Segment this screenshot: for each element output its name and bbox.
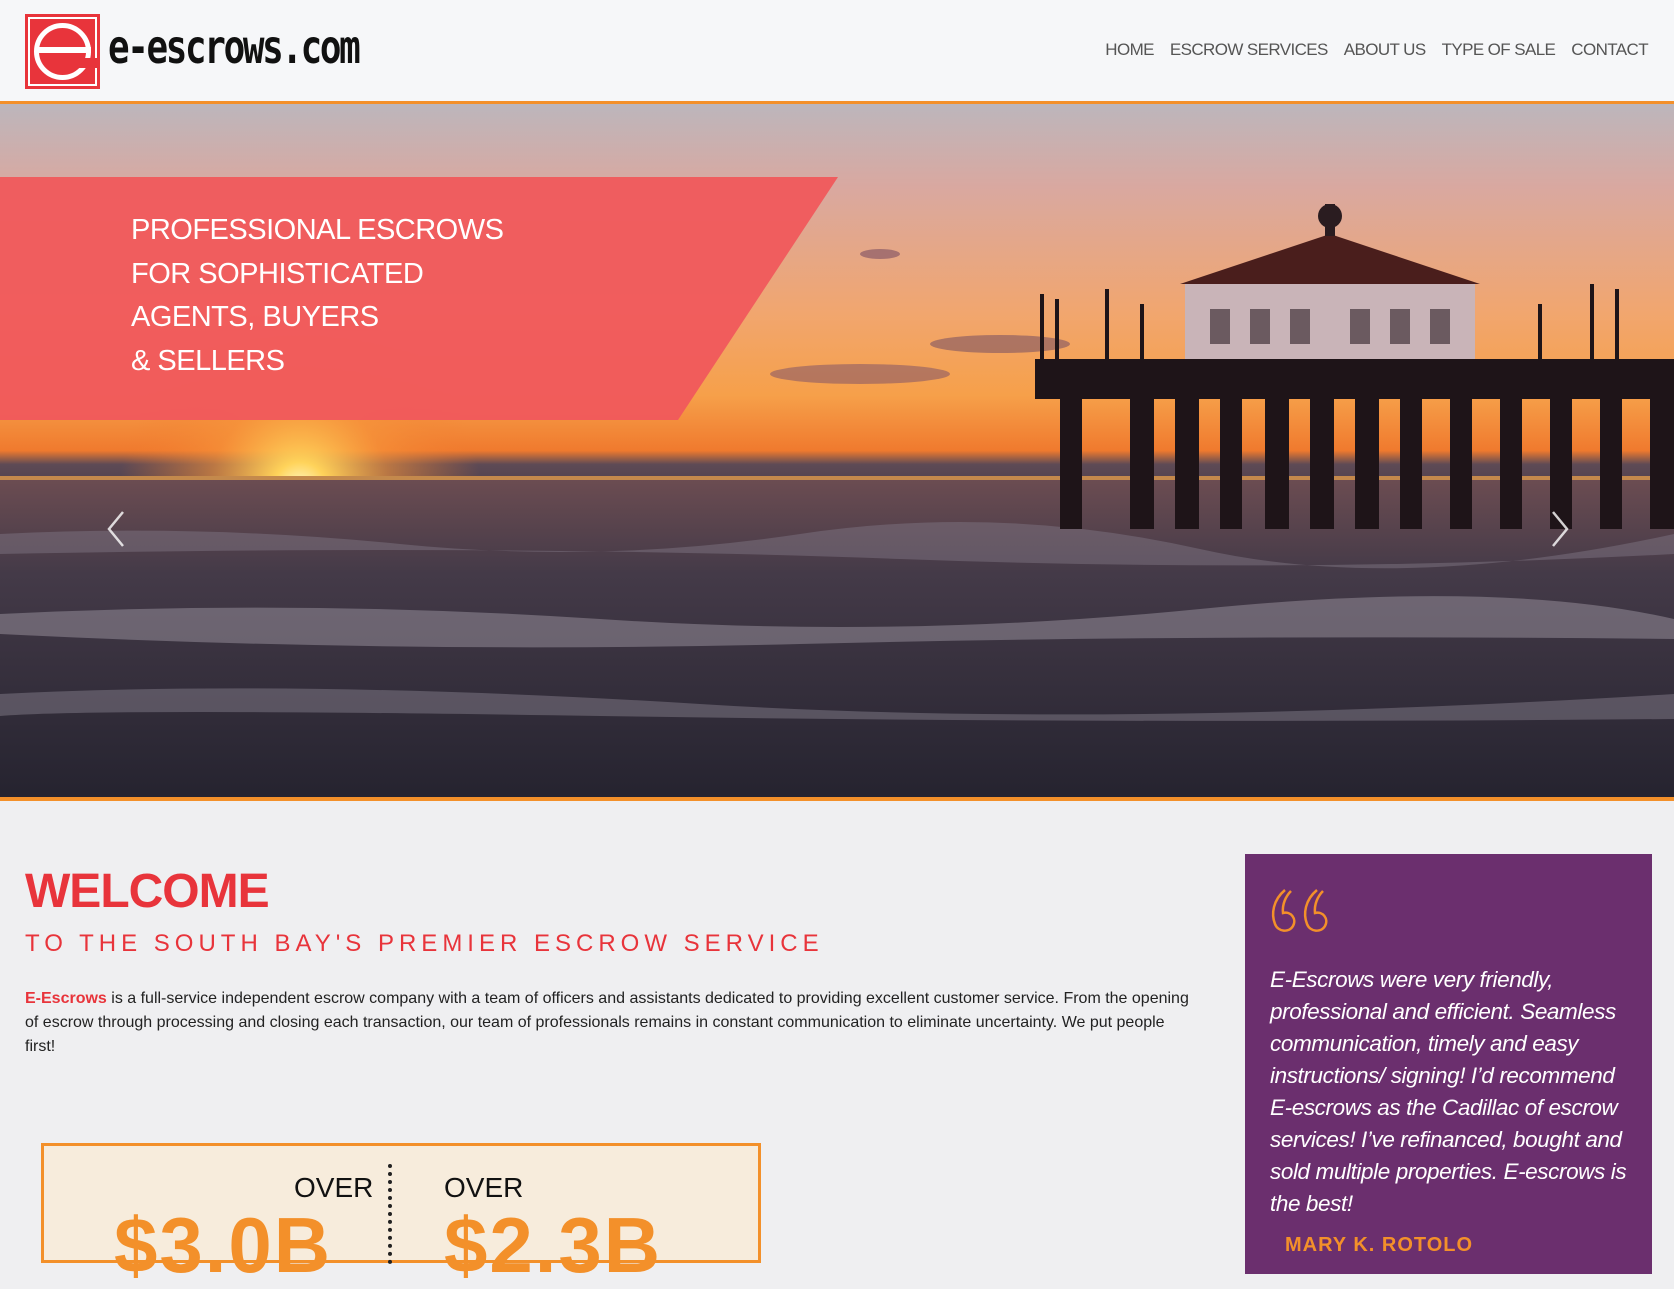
stat-over-label: OVER [444, 1172, 524, 1203]
hero-slider: PROFESSIONAL ESCROWS FOR SOPHISTICATED A… [0, 104, 1674, 801]
brand-name: E-Escrows [25, 990, 107, 1007]
nav-home[interactable]: HOME [1097, 40, 1162, 60]
chevron-right-icon[interactable] [1545, 504, 1575, 554]
stat-value: $2.3B [444, 1201, 663, 1289]
nav-type-of-sale[interactable]: TYPE OF SALE [1434, 40, 1564, 60]
stat-divider [388, 1164, 392, 1264]
welcome-body: E-Escrows is a full-service independent … [25, 987, 1195, 1059]
site-header: e-escrows.com HOME ESCROW SERVICES ABOUT… [0, 0, 1674, 104]
nav-escrow-services[interactable]: ESCROW SERVICES [1162, 40, 1336, 60]
quote-icon [1269, 886, 1337, 940]
logo-icon[interactable] [25, 14, 100, 89]
welcome-subtitle: TO THE SOUTH BAY'S PREMIER ESCROW SERVIC… [25, 930, 824, 957]
hero-banner-line: PROFESSIONAL ESCROWS [131, 214, 504, 246]
nav-contact[interactable]: CONTACT [1563, 40, 1656, 60]
welcome-title: WELCOME [25, 865, 270, 918]
welcome-body-text: is a full-service independent escrow com… [25, 990, 1189, 1055]
testimonial-author: MARY K. ROTOLO [1285, 1234, 1474, 1256]
stats-panel: OVER $3.0B OVER $2.3B [41, 1143, 761, 1284]
stat-over-label: OVER [294, 1172, 374, 1203]
hero-banner: PROFESSIONAL ESCROWS FOR SOPHISTICATED A… [0, 177, 838, 420]
hero-banner-line: FOR SOPHISTICATED [131, 257, 424, 290]
testimonial-card: E-Escrows were very friendly, profession… [1245, 854, 1652, 1274]
logo-wordmark[interactable]: e-escrows.com [108, 20, 361, 74]
testimonial-text: E-Escrows were very friendly, profession… [1270, 967, 1627, 1216]
hero-banner-line: AGENTS, BUYERS [131, 301, 379, 333]
main-nav: HOME ESCROW SERVICES ABOUT US TYPE OF SA… [1097, 40, 1656, 60]
stat-value: $3.0B [114, 1201, 333, 1289]
nav-about-us[interactable]: ABOUT US [1336, 40, 1434, 60]
hero-banner-line: & SELLERS [131, 344, 285, 377]
chevron-left-icon[interactable] [101, 504, 131, 554]
